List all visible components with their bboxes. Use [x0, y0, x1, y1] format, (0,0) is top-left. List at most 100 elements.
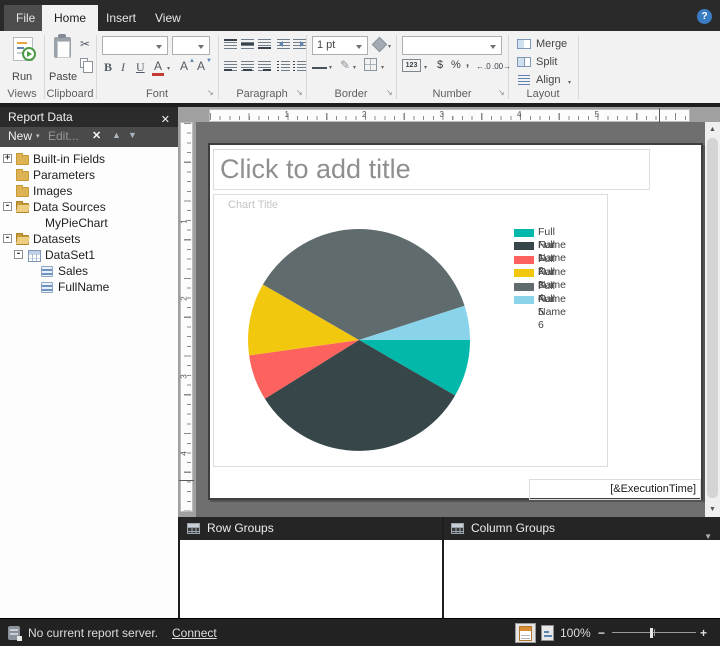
- border-dialog-launcher-icon[interactable]: ↘: [386, 88, 393, 97]
- tree-item-dataset1[interactable]: -DataSet1: [0, 247, 178, 263]
- tab-view[interactable]: View: [143, 5, 193, 31]
- column-groups-body[interactable]: [444, 540, 720, 618]
- zoom-out-button[interactable]: −: [598, 626, 605, 640]
- move-up-icon[interactable]: ▲: [112, 130, 121, 140]
- tree-item-fullname[interactable]: FullName: [0, 279, 178, 295]
- tab-file[interactable]: File: [4, 5, 47, 31]
- report-title-placeholder[interactable]: Click to add title: [213, 149, 650, 190]
- edit-button[interactable]: Edit...: [48, 129, 79, 143]
- row-groups-header[interactable]: Row Groups: [180, 517, 442, 540]
- column-groups-label: Column Groups: [471, 521, 555, 535]
- new-button[interactable]: New: [8, 129, 32, 143]
- underline-button[interactable]: U: [136, 60, 145, 75]
- group-label-number: Number: [396, 88, 508, 100]
- help-icon[interactable]: ?: [697, 9, 712, 24]
- zoom-slider-thumb[interactable]: [650, 628, 653, 638]
- scrollbar-thumb[interactable]: [707, 138, 718, 498]
- tab-home[interactable]: Home: [42, 5, 98, 31]
- cut-icon[interactable]: ✂: [80, 37, 90, 51]
- expand-icon[interactable]: +: [3, 154, 12, 163]
- grow-font-button[interactable]: A: [180, 59, 188, 73]
- design-canvas[interactable]: Click to add title Chart Title Full Name…: [196, 122, 705, 517]
- number-dialog-launcher-icon[interactable]: ↘: [498, 88, 505, 97]
- scroll-down-icon[interactable]: ▼: [705, 506, 720, 513]
- align-button[interactable]: Align: [536, 74, 560, 86]
- report-page[interactable]: Click to add title Chart Title Full Name…: [208, 143, 703, 500]
- scroll-up-icon[interactable]: ▲: [705, 126, 720, 133]
- number-format-icon[interactable]: 123: [402, 59, 421, 72]
- font-color-caret-icon[interactable]: ▾: [167, 65, 170, 72]
- number-format-select[interactable]: [402, 36, 502, 55]
- comma-button[interactable]: ,: [466, 57, 469, 69]
- tree-item-label: Images: [33, 183, 72, 199]
- design-view-button[interactable]: [515, 623, 536, 643]
- split-button[interactable]: Split: [536, 56, 557, 68]
- font-dialog-launcher-icon[interactable]: ↘: [207, 88, 214, 97]
- font-name-select[interactable]: [102, 36, 168, 55]
- decrease-decimal-button[interactable]: .00→: [492, 62, 511, 71]
- tree-item-built-in-fields[interactable]: +Built-in Fields: [0, 151, 178, 167]
- align-center-button[interactable]: [241, 61, 254, 71]
- align-right-button[interactable]: [258, 61, 271, 71]
- delete-icon[interactable]: ✕: [92, 129, 101, 142]
- execution-time-textbox[interactable]: [&ExecutionTime]: [529, 479, 701, 500]
- increase-indent-button[interactable]: [293, 39, 306, 49]
- vertical-ruler: 1234: [180, 122, 193, 512]
- move-down-icon[interactable]: ▼: [128, 130, 137, 140]
- vertical-scrollbar[interactable]: ▲ ▼: [705, 122, 720, 517]
- borders-grid-icon[interactable]: [364, 58, 377, 71]
- column-groups-header[interactable]: Column Groups ▼: [444, 517, 720, 540]
- connect-link[interactable]: Connect: [172, 626, 217, 640]
- currency-button[interactable]: $: [437, 59, 443, 71]
- percent-button[interactable]: %: [451, 59, 461, 71]
- border-color-pen-icon[interactable]: ✎: [340, 58, 350, 72]
- run-view-button[interactable]: [541, 625, 554, 641]
- group-label-clipboard: Clipboard: [44, 88, 96, 100]
- fill-color-caret-icon[interactable]: ▾: [388, 43, 391, 50]
- decrease-indent-button[interactable]: [277, 39, 290, 49]
- report-data-toolbar: New ▾ Edit... ✕ ▲ ▼: [0, 127, 178, 147]
- tree-item-sales[interactable]: Sales: [0, 263, 178, 279]
- number-format-caret-icon[interactable]: ▾: [424, 64, 427, 71]
- increase-decimal-button[interactable]: ←.0: [476, 62, 491, 71]
- chart-title[interactable]: Chart Title: [228, 199, 278, 211]
- align-middle-button[interactable]: [241, 39, 254, 49]
- zoom-in-button[interactable]: +: [700, 626, 707, 640]
- row-groups-body[interactable]: [180, 540, 442, 618]
- tree-item-parameters[interactable]: Parameters: [0, 167, 178, 183]
- fill-color-icon[interactable]: [372, 37, 388, 53]
- numbered-list-button[interactable]: [293, 61, 306, 71]
- border-style-caret-icon[interactable]: ▾: [329, 64, 332, 71]
- tab-insert[interactable]: Insert: [94, 5, 148, 31]
- group-label-border: Border: [306, 88, 396, 100]
- new-caret-icon[interactable]: ▾: [36, 132, 40, 140]
- pie-chart-item[interactable]: Chart Title Full Name 1Full Name 2Full N…: [213, 194, 608, 467]
- copy-icon[interactable]: [80, 58, 88, 68]
- tree-item-mypiechart[interactable]: MyPieChart: [0, 215, 178, 231]
- shrink-font-button[interactable]: A: [197, 59, 205, 73]
- align-bottom-button[interactable]: [258, 39, 271, 49]
- bullet-list-button[interactable]: [277, 61, 290, 71]
- collapse-icon[interactable]: -: [3, 234, 12, 243]
- tree-item-images[interactable]: Images: [0, 183, 178, 199]
- tree-item-datasets[interactable]: -Datasets: [0, 231, 178, 247]
- merge-button[interactable]: Merge: [536, 38, 567, 50]
- ribbon: Run Views Paste ✂ Clipboard B I U A ▾ A …: [0, 31, 720, 103]
- italic-button[interactable]: I: [121, 60, 125, 75]
- font-size-select[interactable]: [172, 36, 210, 55]
- paragraph-dialog-launcher-icon[interactable]: ↘: [296, 88, 303, 97]
- border-width-select[interactable]: 1 pt: [312, 36, 368, 55]
- collapse-icon[interactable]: -: [3, 202, 12, 211]
- align-top-button[interactable]: [224, 39, 237, 49]
- border-style-icon[interactable]: [312, 67, 327, 69]
- tree-item-data-sources[interactable]: -Data Sources: [0, 199, 178, 215]
- collapse-icon[interactable]: -: [14, 250, 23, 259]
- align-caret-icon[interactable]: ▾: [568, 79, 571, 86]
- borders-caret-icon[interactable]: ▾: [381, 64, 384, 71]
- font-color-button[interactable]: A: [154, 59, 162, 73]
- row-groups-label: Row Groups: [207, 521, 274, 535]
- bold-button[interactable]: B: [104, 60, 112, 75]
- border-color-caret-icon[interactable]: ▾: [353, 64, 356, 71]
- align-left-button[interactable]: [224, 61, 237, 71]
- split-cells-icon: [517, 57, 531, 67]
